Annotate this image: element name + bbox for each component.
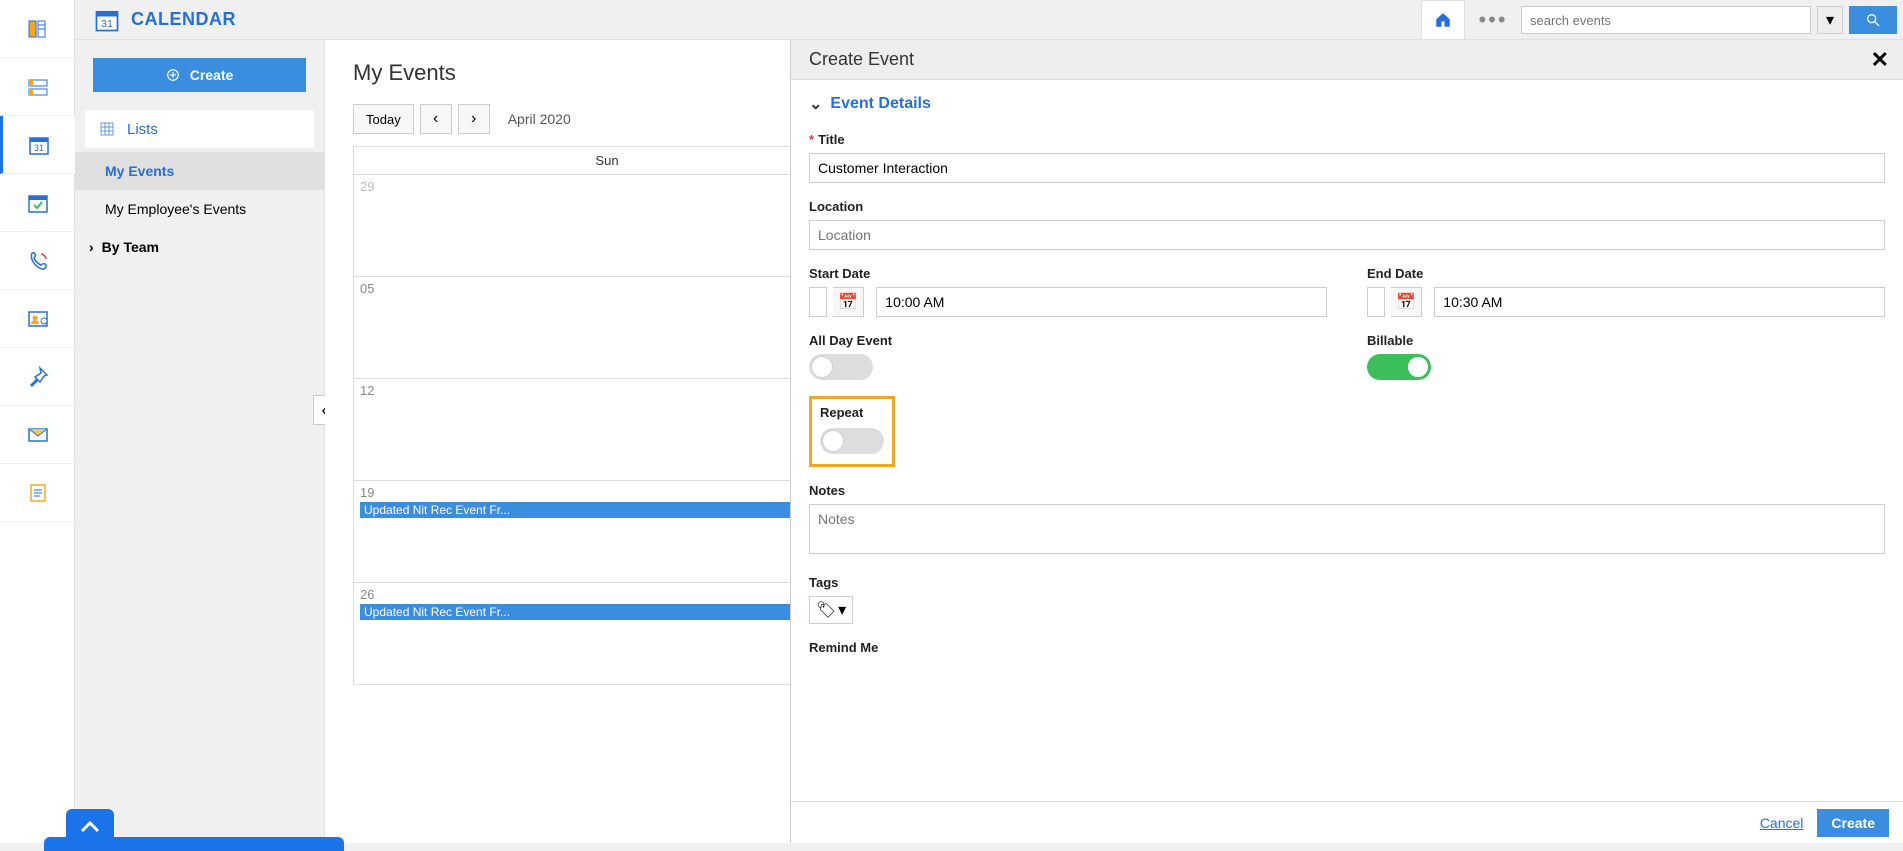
create-button[interactable]: Create [93, 58, 306, 92]
field-title: *Title [809, 132, 1885, 183]
bottom-bar [44, 837, 344, 851]
field-remind: Remind Me [809, 640, 1885, 655]
all-day-toggle[interactable] [809, 354, 873, 380]
home-button[interactable] [1421, 0, 1465, 40]
rail-item-pin[interactable] [0, 348, 75, 406]
notes-input[interactable] [809, 504, 1885, 554]
calendar-icon: 📅 [838, 292, 858, 312]
field-tags: Tags 🏷▾ [809, 575, 1885, 624]
repeat-toggle[interactable] [820, 428, 884, 454]
rail-item-notes[interactable] [0, 464, 75, 522]
calendar-icon: 31 [93, 6, 121, 34]
calendar-cell[interactable]: 12 [354, 379, 861, 481]
required-asterisk: * [809, 132, 814, 147]
app-title-text: CALENDAR [131, 9, 236, 30]
day-number: 05 [360, 281, 854, 296]
search-input[interactable] [1521, 6, 1811, 34]
chevron-down-icon: ▾ [1826, 10, 1834, 30]
calendar-cell[interactable]: 26 Updated Nit Rec Event Fr... [354, 583, 861, 685]
field-end-date: End Date 📅 [1367, 266, 1885, 317]
prev-button[interactable]: ‹ [420, 104, 452, 134]
event-bar[interactable]: Updated Nit Rec Event Fr... [360, 502, 854, 518]
end-date-input[interactable] [1367, 287, 1385, 317]
modal-title: Create Event [809, 49, 914, 70]
calendar-cell[interactable]: 29 [354, 175, 861, 277]
nav-by-team[interactable]: ›By Team [75, 228, 324, 266]
chevron-right-icon: › [89, 239, 94, 255]
rail-item-books[interactable] [0, 0, 75, 58]
rail-item-cards[interactable] [0, 58, 75, 116]
day-header: Sun [354, 147, 861, 175]
nav-my-events[interactable]: My Events [75, 152, 324, 190]
end-date-picker-button[interactable]: 📅 [1391, 287, 1422, 317]
rail-item-contacts[interactable]: → [0, 290, 75, 348]
field-repeat: Repeat [809, 396, 1327, 467]
start-time-input[interactable] [876, 287, 1327, 317]
calendar-icon: 📅 [1396, 292, 1416, 312]
next-button[interactable]: › [458, 104, 490, 134]
modal-header: Create Event ✕ [791, 40, 1903, 80]
more-button[interactable]: ••• [1471, 0, 1515, 40]
field-location: Location [809, 199, 1885, 250]
repeat-highlight-box: Repeat [809, 396, 895, 467]
tag-icon: 🏷 [816, 600, 836, 620]
event-bar[interactable]: Updated Nit Rec Event Fr... [360, 604, 854, 620]
header-right: ••• ▾ [1421, 0, 1903, 40]
day-number: 12 [360, 383, 854, 398]
search-dropdown[interactable]: ▾ [1817, 6, 1843, 34]
rail-item-mail[interactable] [0, 406, 75, 464]
chevron-left-icon: ‹ [433, 110, 438, 128]
nav-lists-label: Lists [127, 121, 158, 138]
calendar-cell[interactable]: 05 [354, 277, 861, 379]
icon-rail: 31 → [0, 0, 75, 843]
title-input[interactable] [809, 153, 1885, 183]
day-number: 26 [360, 587, 854, 602]
month-label: April 2020 [508, 111, 571, 127]
left-panel: Create Lists My Events My Employee's Eve… [75, 40, 325, 843]
start-date-input[interactable] [809, 287, 827, 317]
rail-item-check-cal[interactable] [0, 174, 75, 232]
end-time-input[interactable] [1434, 287, 1885, 317]
cancel-link[interactable]: Cancel [1760, 815, 1804, 831]
field-all-day: All Day Event [809, 333, 1327, 380]
billable-toggle[interactable] [1367, 354, 1431, 380]
today-button[interactable]: Today [353, 104, 414, 134]
calendar-cell[interactable]: 19 Updated Nit Rec Event Fr... [354, 481, 861, 583]
caret-down-icon: ▾ [838, 600, 846, 620]
rail-item-calendar[interactable]: 31 [0, 116, 75, 174]
field-start-date: Start Date 📅 [809, 266, 1327, 317]
search-button[interactable] [1849, 6, 1897, 34]
nav-lists[interactable]: Lists [85, 110, 314, 148]
ellipsis-icon: ••• [1478, 7, 1507, 33]
location-input[interactable] [809, 220, 1885, 250]
field-billable: Billable [1367, 333, 1885, 380]
day-number: 29 [360, 179, 854, 194]
rail-item-phone[interactable] [0, 232, 75, 290]
chevron-down-icon: ⌄ [809, 94, 822, 114]
chevron-up-icon [80, 819, 100, 833]
plus-circle-icon [166, 68, 180, 82]
modal-footer: Cancel Create [791, 801, 1903, 843]
home-icon [1434, 11, 1452, 29]
grid-icon [99, 121, 115, 137]
svg-text:→: → [41, 319, 46, 325]
nav-employee-events[interactable]: My Employee's Events [75, 190, 324, 228]
section-event-details[interactable]: ⌄ Event Details [809, 94, 1885, 114]
create-button-label: Create [190, 67, 234, 83]
chevron-right-icon: › [471, 110, 476, 128]
field-notes: Notes [809, 483, 1885, 559]
app-title: 31 CALENDAR [93, 6, 236, 34]
modal-body: ⌄ Event Details *Title Location Start Da… [791, 80, 1903, 801]
close-button[interactable]: ✕ [1871, 47, 1889, 73]
create-event-panel: Create Event ✕ ⌄ Event Details *Title Lo… [790, 40, 1903, 843]
tags-button[interactable]: 🏷▾ [809, 596, 853, 624]
start-date-picker-button[interactable]: 📅 [833, 287, 864, 317]
header-bar: 31 CALENDAR ••• ▾ [75, 0, 1903, 40]
search-icon [1865, 12, 1881, 28]
create-submit-button[interactable]: Create [1817, 809, 1889, 837]
svg-text:31: 31 [101, 18, 113, 30]
day-number: 19 [360, 485, 854, 500]
svg-text:31: 31 [34, 143, 44, 153]
